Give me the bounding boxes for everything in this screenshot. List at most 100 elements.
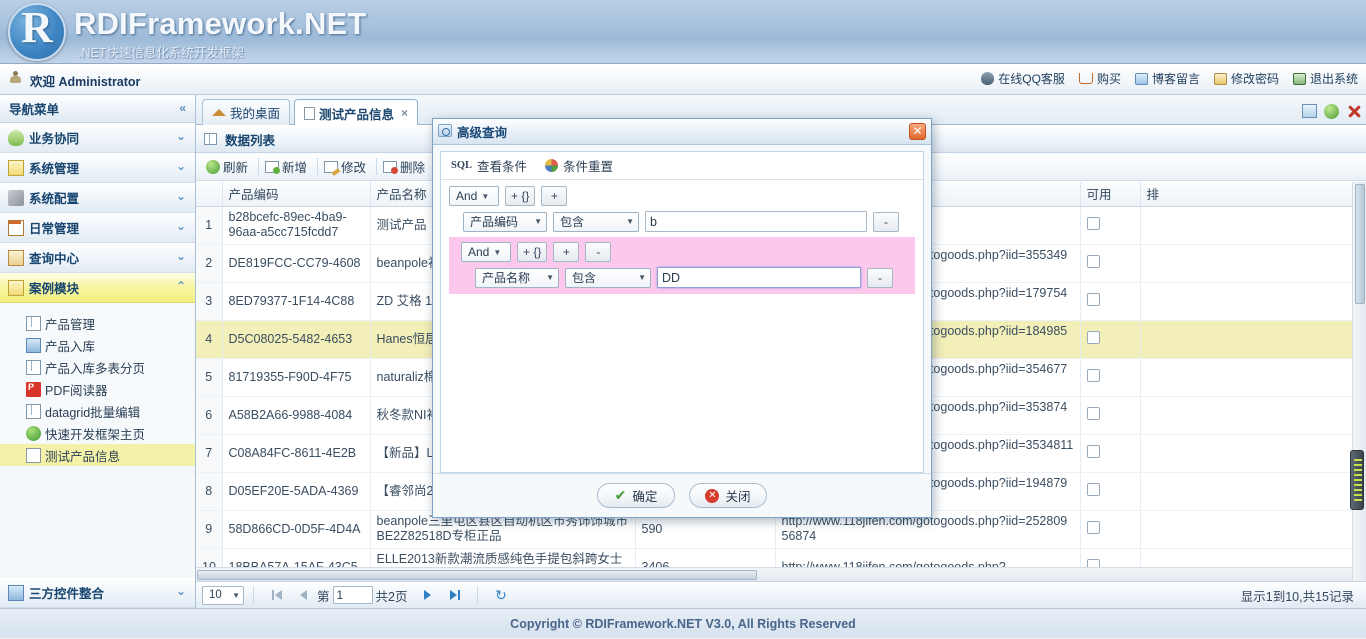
grid-horizontal-scrollbar[interactable]	[196, 567, 1352, 581]
window-icon[interactable]	[1302, 104, 1317, 118]
tab-my-desktop[interactable]: 我的桌面	[202, 99, 290, 125]
add-group-button[interactable]: + {}	[517, 242, 547, 262]
sidebar-item-label: 产品入库	[45, 336, 95, 355]
scrollbar-thumb[interactable]	[1355, 184, 1365, 304]
condition-value-input[interactable]	[645, 211, 867, 232]
system-icon	[8, 160, 24, 176]
checkbox[interactable]	[1087, 521, 1100, 534]
refresh-button[interactable]: 刷新	[202, 156, 256, 178]
col-available[interactable]: 可用	[1080, 182, 1140, 206]
pager: 10 ▼ 第 共2页 ↻ 显示1到10,共15记录	[196, 581, 1366, 608]
next-page-button[interactable]	[419, 587, 436, 604]
reset-colorwheel-icon	[545, 159, 558, 172]
sidebar-group-third-party[interactable]: 三方控件整合 ⌄	[0, 578, 195, 608]
condition-value-input[interactable]	[657, 267, 861, 288]
root-logic-select[interactable]: And ▼	[449, 186, 499, 206]
cell-available	[1080, 244, 1140, 282]
button-label: 修改	[341, 157, 366, 176]
page-number-input[interactable]	[333, 586, 373, 604]
col-index[interactable]	[196, 182, 222, 206]
sidebar-group-daily-manage[interactable]: 日常管理 ⌄	[0, 213, 195, 243]
inbound-icon	[26, 338, 41, 353]
top-link-buy[interactable]: 购买	[1079, 70, 1121, 87]
operator-value: 包含	[572, 269, 596, 286]
tab-close-icon[interactable]: ×	[401, 106, 408, 120]
page-scrollbar-thumb[interactable]	[1350, 450, 1364, 510]
cell-sort	[1140, 358, 1352, 396]
sidebar-item-pdf-reader[interactable]: PDF阅读器	[0, 378, 195, 400]
confirm-button[interactable]: ✔ 确定	[597, 483, 675, 508]
remove-group-button[interactable]: -	[585, 242, 611, 262]
view-sql-condition-button[interactable]: SQL 查看条件	[451, 156, 527, 175]
add-group-button[interactable]: + {}	[505, 186, 535, 206]
sidebar-item-label: PDF阅读器	[45, 380, 108, 399]
delete-button[interactable]: 删除	[379, 156, 433, 178]
col-product-code[interactable]: 产品编码	[222, 182, 370, 206]
prev-page-button[interactable]	[295, 587, 312, 604]
cell-available	[1080, 396, 1140, 434]
multi-grid-icon	[26, 360, 41, 375]
pdf-icon	[26, 382, 41, 397]
sidebar-item-datagrid-batch-edit[interactable]: datagrid批量编辑	[0, 400, 195, 422]
add-button[interactable]: 新增	[261, 156, 315, 178]
checkbox[interactable]	[1087, 407, 1100, 420]
nested-logic-select[interactable]: And ▼	[461, 242, 511, 262]
sidebar-item-framework-home[interactable]: 快速开发框架主页	[0, 422, 195, 444]
add-condition-button[interactable]: +	[541, 186, 567, 206]
grid-vertical-scrollbar[interactable]	[1352, 182, 1366, 582]
add-condition-button[interactable]: +	[553, 242, 579, 262]
remove-condition-button[interactable]: -	[873, 212, 899, 232]
checkbox[interactable]	[1087, 369, 1100, 382]
sidebar-item-test-product-info[interactable]: 测试产品信息	[0, 444, 195, 466]
sidebar-group-business[interactable]: 业务协同 ⌄	[0, 123, 195, 153]
top-link-blog[interactable]: 博客留言	[1135, 70, 1200, 87]
brand-subtitle: .NET快速信息化系统开发框架	[78, 42, 244, 61]
cell-product-code: D5C08025-5482-4653	[222, 320, 370, 358]
top-link-qq[interactable]: 在线QQ客服	[981, 70, 1065, 87]
scrollbar-thumb[interactable]	[197, 570, 757, 580]
cell-available	[1080, 358, 1140, 396]
cancel-button[interactable]: ✕ 关闭	[689, 483, 767, 508]
chevron-up-icon: ⌃	[176, 280, 186, 292]
collapse-left-icon[interactable]: «	[179, 102, 186, 114]
checkbox[interactable]	[1087, 445, 1100, 458]
page-size-select[interactable]: 10 ▼	[202, 586, 244, 605]
sidebar-item-product-manage[interactable]: 产品管理	[0, 312, 195, 334]
operator-select[interactable]: 包含 ▼	[565, 268, 651, 288]
button-label: 新增	[282, 157, 307, 176]
toolbar-separator	[376, 158, 377, 175]
tab-test-product-info[interactable]: 测试产品信息 ×	[294, 99, 418, 126]
checkbox[interactable]	[1087, 483, 1100, 496]
last-page-button[interactable]	[446, 587, 463, 604]
close-icon[interactable]: ✕	[909, 123, 926, 140]
sidebar-item-product-inbound-multi[interactable]: 产品入库多表分页	[0, 356, 195, 378]
operator-select[interactable]: 包含 ▼	[553, 212, 639, 232]
app-logo	[8, 3, 66, 61]
sidebar-group-query-center[interactable]: 查询中心 ⌄	[0, 243, 195, 273]
sidebar-item-product-inbound[interactable]: 产品入库	[0, 334, 195, 356]
top-link-logout[interactable]: 退出系统	[1293, 70, 1358, 87]
sidebar-group-case-module[interactable]: 案例模块 ⌃	[0, 273, 195, 303]
page-size-value: 10	[209, 589, 222, 601]
reset-condition-button[interactable]: 条件重置	[545, 156, 613, 175]
checkbox[interactable]	[1087, 255, 1100, 268]
dialog-titlebar[interactable]: 高级查询 ✕	[433, 119, 931, 145]
checkbox[interactable]	[1087, 217, 1100, 230]
field-select[interactable]: 产品编码 ▼	[463, 212, 547, 232]
checkbox[interactable]	[1087, 331, 1100, 344]
first-page-button[interactable]	[268, 587, 285, 604]
edit-button[interactable]: 修改	[320, 156, 374, 178]
checkbox[interactable]	[1087, 293, 1100, 306]
refresh-green-icon[interactable]	[1324, 104, 1339, 119]
pager-refresh-button[interactable]: ↻	[492, 587, 509, 604]
datagrid-icon	[26, 404, 41, 419]
col-sort[interactable]: 排	[1140, 182, 1352, 206]
field-select[interactable]: 产品名称 ▼	[475, 268, 559, 288]
sidebar-group-system-config[interactable]: 系统配置 ⌄	[0, 183, 195, 213]
close-all-red-x-icon[interactable]	[1346, 103, 1362, 119]
cell-sort	[1140, 396, 1352, 434]
remove-condition-button[interactable]: -	[867, 268, 893, 288]
sidebar-group-system-manage[interactable]: 系统管理 ⌄	[0, 153, 195, 183]
top-link-change-password[interactable]: 修改密码	[1214, 70, 1279, 87]
chevron-down-icon: ⌄	[176, 220, 186, 232]
